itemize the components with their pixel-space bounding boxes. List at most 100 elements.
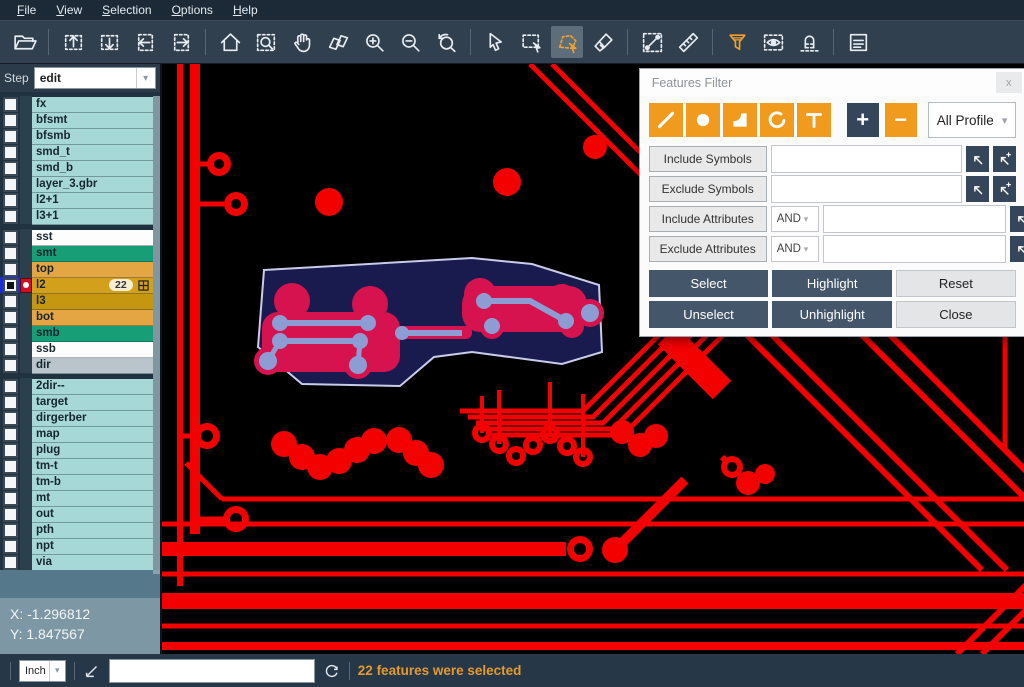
- menu-selection[interactable]: Selection: [93, 1, 160, 19]
- checkbox-icon[interactable]: [3, 246, 18, 261]
- layer-name[interactable]: ssb: [32, 342, 153, 358]
- checkbox-icon[interactable]: [3, 209, 18, 224]
- operator-combobox[interactable]: AND▾: [771, 206, 819, 232]
- layer-list-scrollbar[interactable]: [153, 96, 160, 574]
- checkbox-icon[interactable]: [3, 459, 18, 474]
- layer-visibility-checkbox[interactable]: [0, 293, 20, 309]
- checkbox-icon[interactable]: [3, 379, 18, 394]
- layer-row[interactable]: sst: [0, 229, 160, 245]
- layer-visibility-checkbox[interactable]: [0, 176, 20, 192]
- layer-row[interactable]: smd_b: [0, 160, 160, 176]
- layer-visibility-checkbox[interactable]: [0, 245, 20, 261]
- chevron-down-icon[interactable]: ▾: [49, 661, 65, 681]
- checkbox-icon[interactable]: [3, 278, 18, 293]
- layer-name[interactable]: tm-t: [32, 459, 153, 475]
- menu-view[interactable]: View: [47, 1, 91, 19]
- checkbox-icon[interactable]: [3, 193, 18, 208]
- snap-mode-icon[interactable]: [793, 26, 825, 58]
- layer-name[interactable]: 2dir--: [32, 379, 153, 395]
- view-selected-icon[interactable]: [757, 26, 789, 58]
- pan-down-icon[interactable]: [93, 26, 125, 58]
- chevron-down-icon[interactable]: ▾: [804, 214, 818, 225]
- line-type-button[interactable]: [649, 103, 683, 137]
- pcb-canvas[interactable]: Features Filter x +−All Profile▾ Include…: [162, 64, 1024, 654]
- active-layer-indicator[interactable]: [20, 278, 32, 293]
- select-polygon-icon[interactable]: [551, 26, 583, 58]
- layer-name[interactable]: l3+1: [32, 209, 153, 225]
- checkbox-icon[interactable]: [3, 358, 18, 373]
- layer-name[interactable]: out: [32, 507, 153, 523]
- checkbox-icon[interactable]: [3, 475, 18, 490]
- layer-row[interactable]: smt: [0, 245, 160, 261]
- layer-name[interactable]: pth: [32, 523, 153, 539]
- layer-name[interactable]: smb: [32, 326, 153, 342]
- include-attributes-button[interactable]: Include Attributes: [649, 206, 767, 232]
- layer-row[interactable]: smb: [0, 325, 160, 341]
- command-input[interactable]: [109, 659, 315, 683]
- refresh-icon[interactable]: [323, 662, 341, 680]
- layer-visibility-checkbox[interactable]: [0, 442, 20, 458]
- layer-row[interactable]: npt: [0, 538, 160, 554]
- pad-type-button[interactable]: [686, 103, 720, 137]
- home-view-icon[interactable]: [214, 26, 246, 58]
- layer-row[interactable]: tm-b: [0, 474, 160, 490]
- layer-row[interactable]: plug: [0, 442, 160, 458]
- layer-visibility-checkbox[interactable]: [0, 394, 20, 410]
- layer-row[interactable]: 2dir--: [0, 378, 160, 394]
- zoom-out-icon[interactable]: [394, 26, 426, 58]
- select-pointer-icon[interactable]: [479, 26, 511, 58]
- pan-up-icon[interactable]: [57, 26, 89, 58]
- layer-visibility-checkbox[interactable]: [0, 522, 20, 538]
- layer-visibility-checkbox[interactable]: [0, 554, 20, 570]
- pick-arrow-icon[interactable]: [1010, 206, 1024, 232]
- layer-name[interactable]: bfsmt: [32, 113, 153, 129]
- checkbox-icon[interactable]: [3, 161, 18, 176]
- pan-hand-icon[interactable]: [286, 26, 318, 58]
- checkbox-icon[interactable]: [3, 395, 18, 410]
- chevron-down-icon[interactable]: ▾: [804, 244, 818, 255]
- open-file-icon[interactable]: [8, 26, 40, 58]
- layer-visibility-checkbox[interactable]: [0, 229, 20, 245]
- checkbox-icon[interactable]: [3, 427, 18, 442]
- layer-name[interactable]: fx: [32, 97, 153, 113]
- menu-file[interactable]: File: [8, 1, 45, 19]
- layer-visibility-checkbox[interactable]: [0, 261, 20, 277]
- select-button[interactable]: Select: [649, 270, 769, 297]
- pick-arrow-icon[interactable]: [966, 176, 989, 202]
- layer-name[interactable]: dirgerber: [32, 411, 153, 427]
- zoom-polygon-icon[interactable]: [322, 26, 354, 58]
- layer-name[interactable]: via: [32, 555, 153, 571]
- layer-name[interactable]: sst: [32, 230, 153, 246]
- layer-visibility-checkbox[interactable]: [0, 426, 20, 442]
- layer-name[interactable]: bfsmb: [32, 129, 153, 145]
- checkbox-icon[interactable]: [3, 443, 18, 458]
- layer-row[interactable]: map: [0, 426, 160, 442]
- exclude-symbols-button[interactable]: Exclude Symbols: [649, 176, 767, 202]
- highlight-button[interactable]: Highlight: [772, 270, 892, 297]
- filter-value-input[interactable]: [771, 175, 962, 203]
- layer-row[interactable]: smd_t: [0, 144, 160, 160]
- layer-name[interactable]: l2+1: [32, 193, 153, 209]
- menu-options[interactable]: Options: [163, 1, 222, 19]
- layer-visibility-checkbox[interactable]: [0, 192, 20, 208]
- checkbox-icon[interactable]: [3, 491, 18, 506]
- checkbox-icon[interactable]: [3, 555, 18, 570]
- layer-visibility-checkbox[interactable]: [0, 410, 20, 426]
- zoom-window-icon[interactable]: [250, 26, 282, 58]
- layers-table-icon[interactable]: [842, 26, 874, 58]
- layer-row[interactable]: target: [0, 394, 160, 410]
- pick-arrow-icon[interactable]: [966, 146, 989, 172]
- profile-combobox[interactable]: All Profile▾: [928, 102, 1016, 138]
- layer-row[interactable]: mt: [0, 490, 160, 506]
- menu-help[interactable]: Help: [224, 1, 267, 19]
- layer-visibility-checkbox[interactable]: [0, 277, 20, 293]
- layer-row[interactable]: l222: [0, 277, 160, 293]
- checkbox-icon[interactable]: [3, 539, 18, 554]
- layer-visibility-checkbox[interactable]: [0, 112, 20, 128]
- layer-row[interactable]: ssb: [0, 341, 160, 357]
- pick-add-arrow-icon[interactable]: [993, 176, 1016, 202]
- layer-name[interactable]: tm-b: [32, 475, 153, 491]
- layer-name[interactable]: layer_3.gbr: [32, 177, 153, 193]
- layer-visibility-checkbox[interactable]: [0, 538, 20, 554]
- clear-selection-icon[interactable]: [587, 26, 619, 58]
